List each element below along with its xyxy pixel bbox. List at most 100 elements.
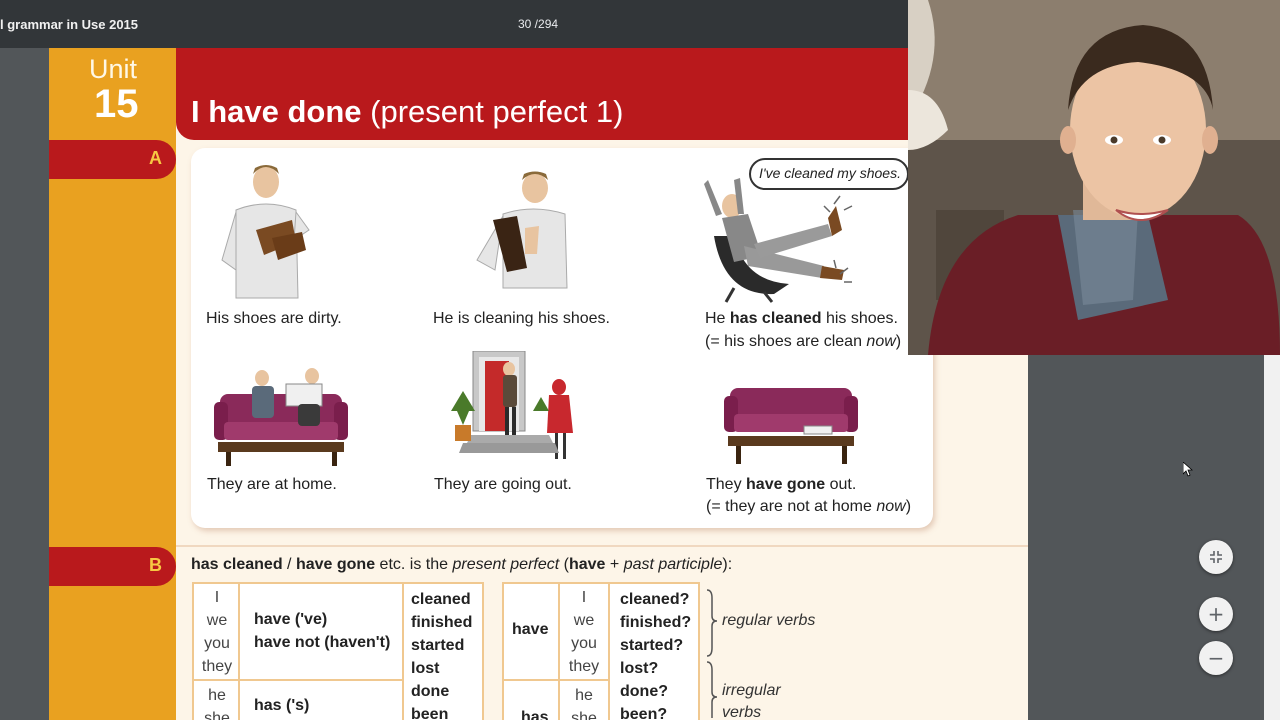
aux-has-list: has ('s) bbox=[254, 694, 309, 717]
pronoun-list-top: I we you they bbox=[199, 586, 235, 678]
zoom-out-button[interactable]: − bbox=[1199, 641, 1233, 675]
couple-on-sofa-illustration bbox=[214, 368, 348, 466]
table-divider bbox=[502, 679, 610, 681]
verb-cell: been bbox=[411, 706, 449, 720]
section-b-letter: B bbox=[149, 555, 162, 575]
pronoun-cell: you bbox=[571, 635, 597, 652]
irregular-verbs-note-2: verbs bbox=[722, 704, 762, 720]
unit-number: 15 bbox=[94, 82, 139, 126]
pronoun-cell: he bbox=[208, 687, 226, 704]
caption-has-cleaned-bold: has cleaned bbox=[729, 310, 822, 327]
pronoun-cell: you bbox=[204, 635, 230, 652]
question-pronoun-list-bottom: he she bbox=[561, 684, 607, 720]
verb-cell: started? bbox=[620, 637, 684, 654]
caption-not-home-pre: (= they are not at home bbox=[706, 498, 877, 515]
fit-to-page-button[interactable] bbox=[1199, 540, 1233, 574]
scrollbar-track[interactable] bbox=[1264, 355, 1280, 720]
caption-clean-now-post: ) bbox=[895, 333, 902, 350]
section-a-tab: A bbox=[49, 140, 176, 179]
mouse-cursor-icon bbox=[1183, 462, 1193, 477]
pronoun-list-bottom: he she bbox=[199, 684, 235, 720]
question-verb-list: cleaned? finished? started? lost? done? … bbox=[620, 588, 691, 720]
verb-group-braces bbox=[706, 589, 718, 718]
couple-going-out-illustration bbox=[451, 351, 573, 459]
pronoun-cell: they bbox=[568, 658, 600, 675]
caption-have-gone: They have gone out. bbox=[706, 476, 856, 494]
pronoun-cell: she bbox=[204, 710, 230, 720]
document-title: l grammar in Use 2015 bbox=[0, 17, 139, 32]
verb-cell: cleaned bbox=[411, 591, 471, 608]
caption-not-at-home-now: (= they are not at home now) bbox=[706, 498, 911, 516]
verb-cell: finished? bbox=[620, 614, 692, 631]
title-rest: (present perfect 1) bbox=[361, 94, 624, 129]
man-cleaning-shoe-illustration bbox=[476, 171, 568, 289]
caption-have-gone-post: out. bbox=[825, 476, 857, 493]
verb-cell: lost? bbox=[620, 660, 659, 677]
past-participle-list: cleaned finished started lost done been bbox=[411, 588, 472, 720]
caption-clean-now-pre: (= his shoes are clean bbox=[705, 333, 867, 350]
question-aux-have: have bbox=[512, 621, 549, 638]
page-counter[interactable]: 30 /294 bbox=[518, 17, 558, 31]
caption-not-home-italic: now bbox=[876, 498, 906, 515]
intro-sep: / bbox=[282, 556, 296, 573]
verb-cell: lost bbox=[411, 660, 440, 677]
unit-label: Unit bbox=[89, 54, 138, 84]
verb-cell: finished bbox=[411, 614, 473, 631]
aux-cell: have not (haven't) bbox=[254, 634, 391, 651]
caption-clean-now-italic: now bbox=[866, 333, 896, 350]
question-aux-has: has bbox=[521, 709, 549, 720]
caption-going-out: They are going out. bbox=[434, 476, 572, 493]
pronoun-cell: I bbox=[214, 589, 220, 606]
intro-text: etc. is the bbox=[375, 556, 453, 573]
caption-have-gone-pre: They bbox=[706, 476, 747, 493]
aux-cell: have ('ve) bbox=[254, 611, 328, 628]
intro-close: ): bbox=[722, 556, 733, 573]
section-b-tab: B bbox=[49, 547, 176, 586]
pronoun-cell: we bbox=[206, 612, 228, 629]
fit-to-page-icon bbox=[1210, 551, 1222, 563]
verb-cell: done bbox=[411, 683, 450, 700]
intro-present-perfect: present perfect bbox=[452, 556, 560, 573]
caption-has-cleaned: He has cleaned his shoes. bbox=[705, 310, 898, 328]
irregular-verbs-note: irregular bbox=[722, 682, 781, 699]
caption-has-cleaned-pre: He bbox=[705, 310, 730, 327]
intro-have: have bbox=[568, 556, 606, 573]
verb-cell: started bbox=[411, 637, 465, 654]
caption-shoes-dirty: His shoes are dirty. bbox=[206, 310, 342, 327]
caption-shoes-clean-now: (= his shoes are clean now) bbox=[705, 333, 901, 351]
section-a-letter: A bbox=[149, 148, 162, 168]
pronoun-cell: we bbox=[573, 612, 595, 629]
zoom-in-button[interactable]: + bbox=[1199, 597, 1233, 631]
caption-has-cleaned-post: his shoes. bbox=[821, 310, 898, 327]
intro-has-cleaned: has cleaned bbox=[191, 556, 283, 573]
presenter-webcam-image bbox=[908, 0, 1280, 355]
pdf-page: Unit 15 I have done (present perfect 1) … bbox=[49, 48, 1028, 720]
pronoun-cell: they bbox=[201, 658, 233, 675]
empty-sofa-illustration bbox=[724, 388, 858, 464]
regular-verbs-note: regular verbs bbox=[722, 612, 816, 629]
intro-paren: ( bbox=[559, 556, 569, 573]
section-b-intro: has cleaned / have gone etc. is the pres… bbox=[191, 556, 732, 574]
webcam-overlay bbox=[908, 0, 1280, 355]
caption-have-gone-bold: have gone bbox=[746, 476, 826, 493]
table-divider bbox=[558, 582, 560, 720]
table-divider bbox=[192, 679, 404, 681]
pronoun-cell: I bbox=[581, 589, 587, 606]
verb-cell: done? bbox=[620, 683, 668, 700]
man-holding-shoes-illustration bbox=[221, 165, 310, 299]
section-b-divider bbox=[176, 545, 1028, 547]
intro-have-gone: have gone bbox=[295, 556, 376, 573]
caption-at-home: They are at home. bbox=[207, 476, 337, 493]
pronoun-cell: she bbox=[571, 710, 597, 720]
aux-have-list: have ('ve) have not (haven't) bbox=[254, 608, 390, 654]
aux-cell: has ('s) bbox=[254, 697, 310, 714]
caption-cleaning-shoes: He is cleaning his shoes. bbox=[433, 310, 610, 327]
question-pronoun-list-top: I we you they bbox=[561, 586, 607, 678]
intro-plus: + bbox=[605, 556, 624, 573]
title-bold: I have done bbox=[191, 94, 362, 129]
pronoun-cell: he bbox=[575, 687, 593, 704]
verb-cell: cleaned? bbox=[620, 591, 690, 608]
table-divider bbox=[402, 582, 404, 720]
pdf-toolbar: l grammar in Use 2015 30 /294 bbox=[0, 0, 908, 48]
intro-past-participle: past participle bbox=[623, 556, 723, 573]
